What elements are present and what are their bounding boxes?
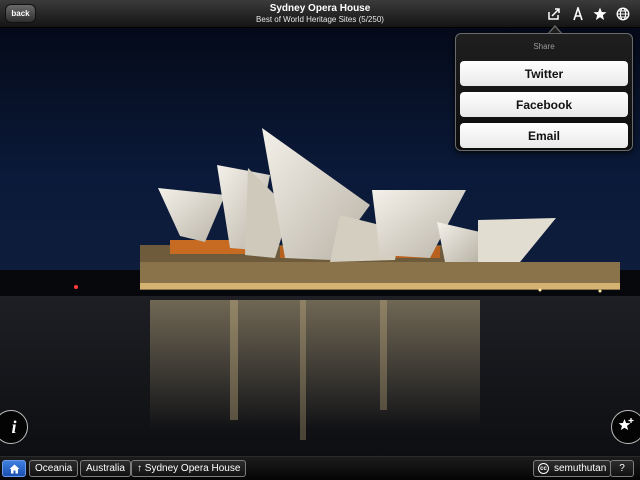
bottom-bar: Oceania Australia ↑ Sydney Opera House c… [0, 456, 640, 480]
star-icon[interactable] [591, 5, 609, 23]
email-share-button[interactable]: Email [460, 123, 628, 148]
popover-title: Share [533, 42, 555, 51]
creative-commons-icon: cc [538, 463, 549, 474]
page-subtitle: Best of World Heritage Sites (5/250) [256, 15, 384, 24]
breadcrumb-australia[interactable]: Australia [80, 460, 131, 477]
info-icon: i [11, 416, 17, 437]
page-title: Sydney Opera House [269, 3, 371, 14]
globe-icon[interactable] [614, 5, 632, 23]
twitter-share-button[interactable]: Twitter [460, 61, 628, 86]
home-button[interactable] [2, 460, 26, 477]
facebook-share-button[interactable]: Facebook [460, 92, 628, 117]
font-size-icon[interactable] [569, 5, 587, 23]
breadcrumb-oceania[interactable]: Oceania [29, 460, 79, 477]
breadcrumb-sydney-opera-house[interactable]: ↑ Sydney Opera House [131, 460, 247, 477]
help-button[interactable]: ? [610, 460, 634, 477]
photo-credit-button[interactable]: cc semuthutan [533, 460, 612, 477]
star-add-icon [618, 417, 634, 438]
top-bar: back Sydney Opera House Best of World He… [0, 0, 640, 28]
add-favorite-button[interactable] [611, 410, 640, 444]
home-icon [9, 464, 19, 473]
share-popover: Share Twitter Facebook Email [455, 33, 633, 151]
back-button[interactable]: back [5, 4, 36, 23]
photo-credit-author: semuthutan [554, 463, 607, 474]
share-icon[interactable] [545, 5, 563, 23]
